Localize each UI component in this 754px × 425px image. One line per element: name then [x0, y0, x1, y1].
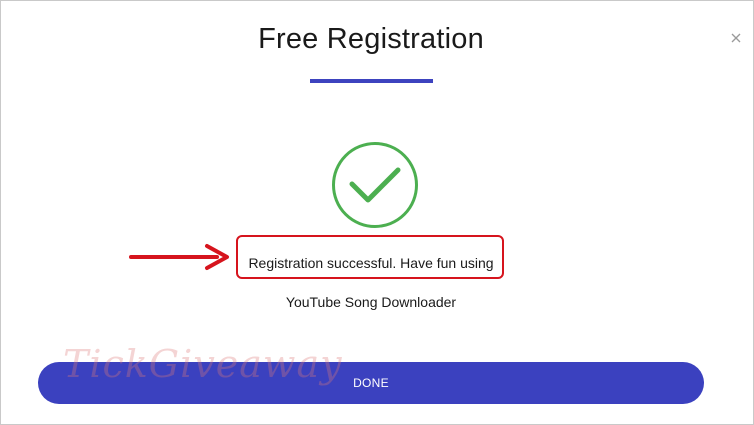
dialog-title: Free Registration: [258, 23, 484, 55]
product-name: YouTube Song Downloader: [285, 294, 457, 310]
registration-dialog: Free Registration Registration successfu…: [0, 0, 754, 425]
title-underline: [310, 79, 433, 83]
success-message: Registration successful. Have fun using: [248, 255, 494, 271]
arrow-right-icon: [129, 244, 229, 270]
done-button[interactable]: DONE: [38, 362, 704, 404]
check-circle-icon: [332, 142, 418, 228]
